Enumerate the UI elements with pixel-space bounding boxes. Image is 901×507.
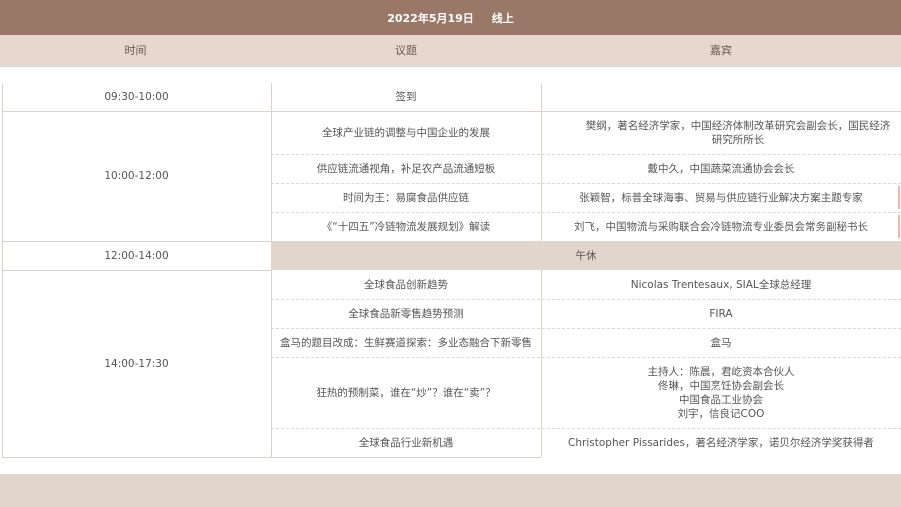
guest-cell: 樊纲，著名经济学家，中国经济体制改革研究会副会长，国民经济研究所所长 [585, 119, 891, 146]
guest-cell: 盒马 [710, 336, 732, 349]
header-topic: 议题 [395, 44, 417, 57]
guest-cell: 刘飞，中国物流与采购联合会冷链物流专业委员会常务副秘书长 [574, 220, 868, 233]
topic-cell: 全球食品行业新机遇 [358, 436, 454, 449]
topic-cell: 盒马的题目改成：生鲜赛道探索：多业态融合下新零售 [280, 336, 532, 349]
topic-cell: 狂热的预制菜，谁在“炒”？谁在“卖”？ [316, 386, 496, 399]
guest-cell: 张颖智，标普全球海事、贸易与供应链行业解决方案主题专家 [579, 191, 863, 204]
time-cell: 12:00-14:00 [104, 249, 169, 262]
topic-cell: 时间为王：易腐食品供应链 [343, 191, 469, 204]
guest-cell: FIRA [709, 307, 733, 320]
guest-cell: 戴中久，中国蔬菜流通协会会长 [647, 162, 795, 175]
topic-cell: 签到 [395, 91, 417, 103]
topic-cell: 全球食品创新趋势 [364, 278, 448, 291]
break-label: 午休 [575, 249, 597, 262]
footer-band [0, 474, 901, 507]
time-cell: 09:30-10:00 [104, 91, 169, 103]
table-header: 时间 议题 嘉宾 [0, 35, 901, 67]
guest-line: 佟琳，中国烹饪协会副会长 [658, 379, 784, 392]
header-guest: 嘉宾 [710, 44, 732, 57]
guest-line: 主持人：陈晨，君屹资本合伙人 [647, 365, 795, 378]
guest-line: 刘宇，信良记COO [677, 407, 765, 420]
header-time: 时间 [124, 44, 147, 57]
agenda-date: 2022年5月19日 [387, 11, 474, 25]
topic-cell: 全球产业链的调整与中国企业的发展 [322, 126, 490, 139]
time-cell: 10:00-12:00 [104, 170, 169, 182]
agenda-mode: 线上 [491, 11, 514, 25]
topic-cell: 《“十四五”冷链物流发展规划》解读 [321, 220, 491, 233]
time-cell: 14:00-17:30 [104, 357, 169, 370]
guest-cell: Nicolas Trentesaux, SIAL全球总经理 [630, 278, 812, 291]
topic-cell: 供应链流通视角，补足农产品流通短板 [316, 162, 496, 175]
agenda-title-bar: 2022年5月19日 线上 [0, 0, 901, 35]
row-divider [2, 457, 541, 458]
guest-cell: Christopher Pissarides，著名经济学家，诺贝尔经济学奖获得者 [568, 436, 874, 449]
topic-cell: 全球食品新零售趋势预测 [348, 307, 464, 320]
guest-line: 中国食品工业协会 [679, 393, 763, 406]
guest-cell: 主持人：陈晨，君屹资本合伙人 佟琳，中国烹饪协会副会长 中国食品工业协会 刘宇，… [541, 357, 901, 428]
